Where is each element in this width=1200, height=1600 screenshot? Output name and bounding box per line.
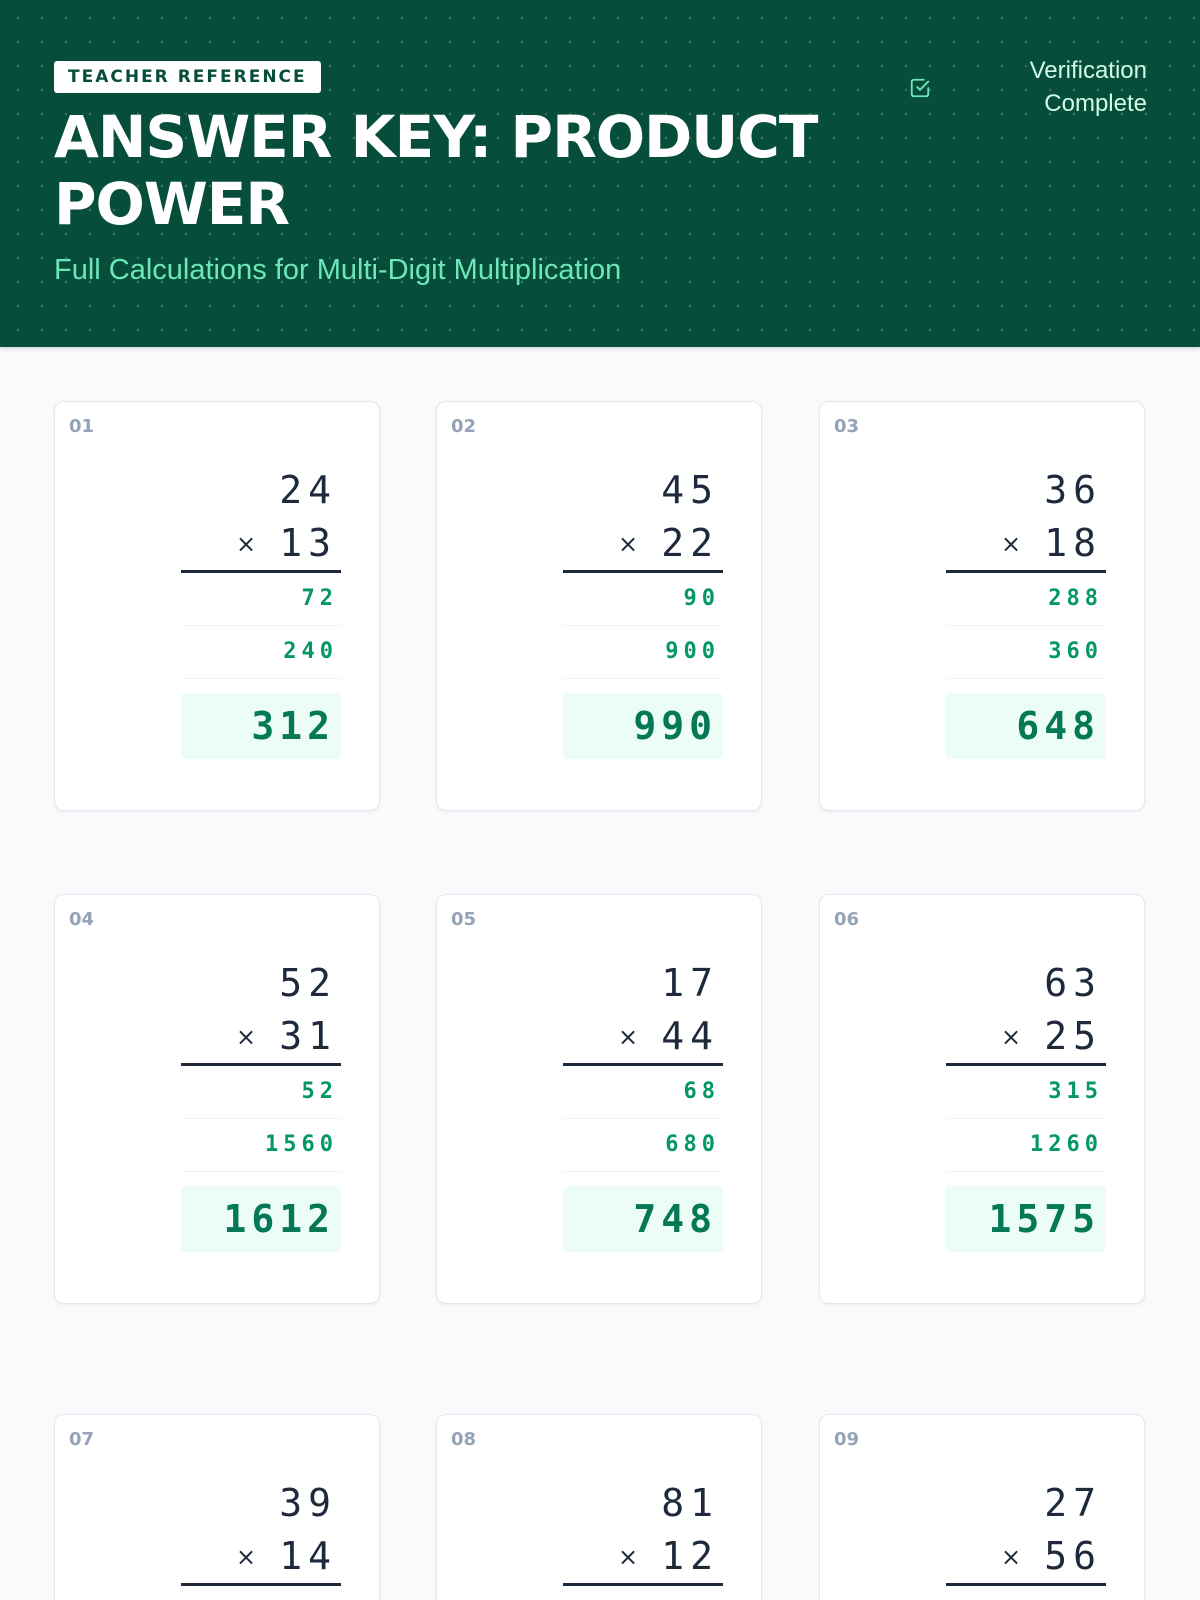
multiplier-row: × 31 (181, 1010, 341, 1066)
multiplier-row: × 44 (563, 1010, 723, 1066)
calculation: 63 × 25 315 1260 1575 (946, 957, 1106, 1252)
times-sign: × (617, 1542, 639, 1571)
partial-product: 680 (563, 1119, 723, 1172)
multiplicand: 81 (661, 1481, 719, 1525)
calculation: 36 × 18 288 360 648 (946, 464, 1106, 759)
times-sign: × (235, 529, 257, 558)
problem-card: 06 63 × 25 315 1260 1575 (819, 894, 1145, 1304)
multiplier: 22 (661, 521, 719, 565)
problem-number: 07 (69, 1429, 95, 1450)
multiplier: 31 (279, 1014, 337, 1058)
problem-card: 03 36 × 18 288 360 648 (819, 401, 1145, 811)
problem-number: 06 (834, 909, 860, 930)
times-sign: × (1000, 1022, 1022, 1051)
multiplier: 25 (1044, 1014, 1102, 1058)
partial-product: 1260 (946, 1119, 1106, 1172)
times-sign: × (235, 1542, 257, 1571)
times-sign: × (1000, 1542, 1022, 1571)
multiplier-row: × 13 (181, 517, 341, 573)
multiplicand: 24 (279, 468, 337, 512)
times-sign: × (617, 529, 639, 558)
multiplier: 56 (1044, 1534, 1102, 1578)
multiplier-row: × 14 (181, 1530, 341, 1586)
final-product: 990 (563, 693, 723, 759)
final-product: 312 (181, 693, 341, 759)
partial-product: 68 (563, 1066, 723, 1119)
multiplicand: 39 (279, 1481, 337, 1525)
problem-number: 05 (451, 909, 477, 930)
partial-product: 240 (181, 626, 341, 679)
problem-number: 01 (69, 416, 95, 437)
final-product: 1575 (946, 1186, 1106, 1252)
page-title: ANSWER KEY: PRODUCT POWER (54, 103, 818, 238)
final-product: 648 (946, 693, 1106, 759)
times-sign: × (235, 1022, 257, 1051)
multiplier-row: × 22 (563, 517, 723, 573)
partial-product: 315 (946, 1066, 1106, 1119)
partial-product: 288 (946, 573, 1106, 626)
multiplier: 13 (279, 521, 337, 565)
calculation: 52 × 31 52 1560 1612 (181, 957, 341, 1252)
partial-product: 1560 (181, 1119, 341, 1172)
multiplicand: 45 (661, 468, 719, 512)
problem-number: 03 (834, 416, 860, 437)
calculation: 27 × 56 (946, 1477, 1106, 1586)
multiplier: 14 (279, 1534, 337, 1578)
problem-card: 09 27 × 56 (819, 1414, 1145, 1600)
partial-product: 90 (563, 573, 723, 626)
problem-number: 04 (69, 909, 95, 930)
multiplicand: 17 (661, 961, 719, 1005)
multiplicand: 36 (1044, 468, 1102, 512)
multiplier-row: × 12 (563, 1530, 723, 1586)
verification-status: Verification Complete (1029, 57, 1147, 117)
calculation: 24 × 13 72 240 312 (181, 464, 341, 759)
partial-product: 900 (563, 626, 723, 679)
calculation: 81 × 12 (563, 1477, 723, 1586)
problem-card: 07 39 × 14 (54, 1414, 380, 1600)
problem-card: 01 24 × 13 72 240 312 (54, 401, 380, 811)
page-subtitle: Full Calculations for Multi-Digit Multip… (54, 254, 622, 286)
problem-card: 08 81 × 12 (436, 1414, 762, 1600)
multiplier: 44 (661, 1014, 719, 1058)
times-sign: × (1000, 529, 1022, 558)
multiplier-row: × 25 (946, 1010, 1106, 1066)
problem-number: 09 (834, 1429, 860, 1450)
final-product: 1612 (181, 1186, 341, 1252)
partial-product: 72 (181, 573, 341, 626)
teacher-reference-badge: TEACHER REFERENCE (54, 61, 321, 93)
header-banner: TEACHER REFERENCE ANSWER KEY: PRODUCT PO… (0, 0, 1200, 347)
problem-card: 05 17 × 44 68 680 748 (436, 894, 762, 1304)
times-sign: × (617, 1022, 639, 1051)
calculation: 45 × 22 90 900 990 (563, 464, 723, 759)
final-product: 748 (563, 1186, 723, 1252)
problem-number: 08 (451, 1429, 477, 1450)
multiplicand: 27 (1044, 1481, 1102, 1525)
problem-number: 02 (451, 416, 477, 437)
multiplier: 12 (661, 1534, 719, 1578)
multiplicand: 63 (1044, 961, 1102, 1005)
partial-product: 360 (946, 626, 1106, 679)
multiplicand: 52 (279, 961, 337, 1005)
problem-card: 04 52 × 31 52 1560 1612 (54, 894, 380, 1304)
calculation: 17 × 44 68 680 748 (563, 957, 723, 1252)
multiplier: 18 (1044, 521, 1102, 565)
partial-product: 52 (181, 1066, 341, 1119)
check-square-icon (910, 78, 930, 98)
problem-card: 02 45 × 22 90 900 990 (436, 401, 762, 811)
calculation: 39 × 14 (181, 1477, 341, 1586)
multiplier-row: × 18 (946, 517, 1106, 573)
multiplier-row: × 56 (946, 1530, 1106, 1586)
